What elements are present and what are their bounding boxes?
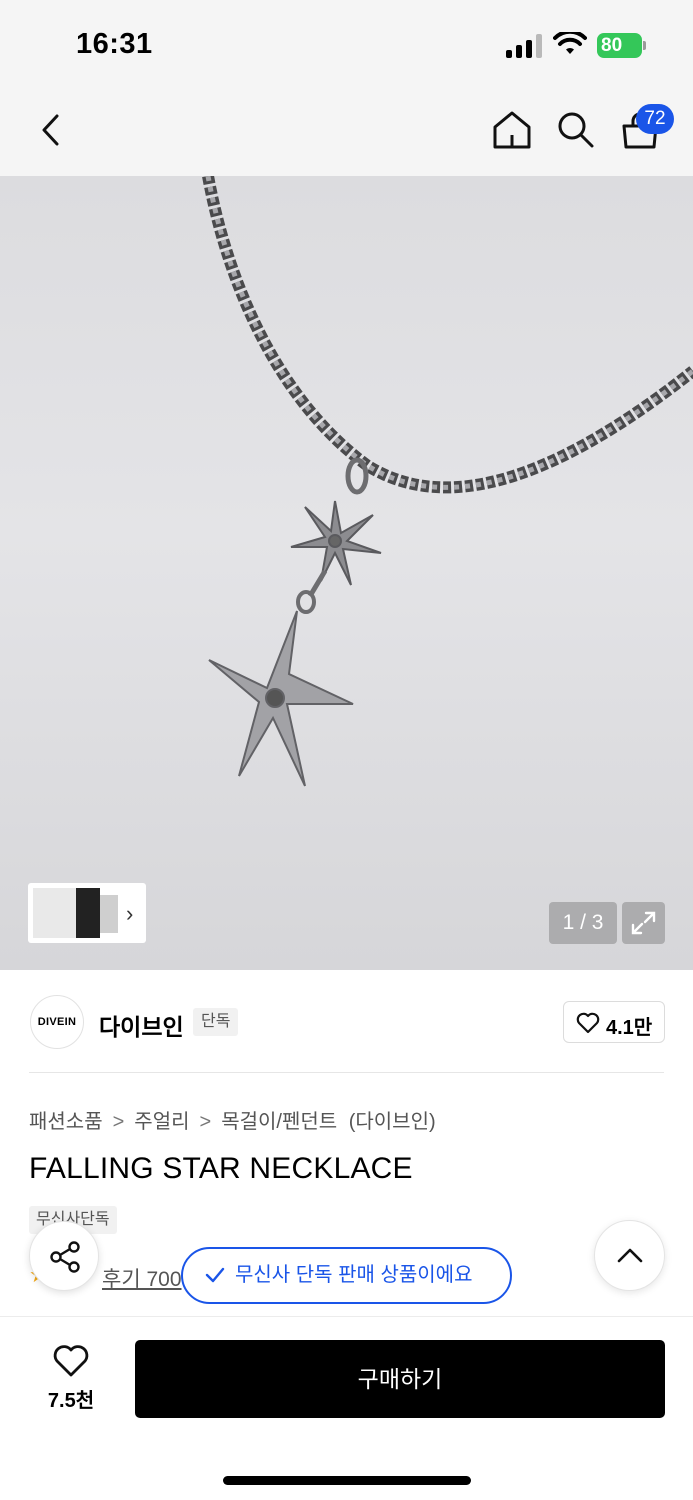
- thumbnail-strip[interactable]: ›: [28, 883, 146, 943]
- breadcrumb: 패션소품 > 주얼리 > 목걸이/펜던트 (다이브인): [29, 1105, 436, 1134]
- product-title: FALLING STAR NECKLACE: [29, 1152, 413, 1185]
- buy-button[interactable]: 구매하기: [135, 1340, 665, 1418]
- share-icon: [50, 1241, 80, 1273]
- battery-level: 80: [597, 33, 642, 58]
- exclusive-toast: 무신사 단독 판매 상품이에요: [181, 1247, 512, 1304]
- brand-name[interactable]: 다이브인: [99, 1008, 184, 1042]
- scroll-top-button[interactable]: [594, 1220, 665, 1291]
- share-button[interactable]: [29, 1221, 99, 1291]
- wifi-icon: [553, 32, 587, 54]
- image-page-counter: 1 / 3: [549, 902, 617, 944]
- thumbnail-image[interactable]: [33, 888, 77, 938]
- chevron-right-icon[interactable]: ›: [126, 901, 133, 927]
- brand-exclusive-tag: 단독: [193, 1008, 239, 1036]
- expand-button[interactable]: [622, 902, 665, 944]
- thumbnail-image[interactable]: [76, 888, 100, 938]
- breadcrumb-separator: >: [112, 1111, 125, 1133]
- necklace-image: [202, 176, 693, 787]
- brand-like-count: 4.1만: [606, 1017, 653, 1039]
- home-icon[interactable]: [491, 109, 533, 151]
- product-image-gallery[interactable]: › 1 / 3: [0, 176, 693, 970]
- home-indicator[interactable]: [223, 1476, 471, 1485]
- heart-icon: [576, 1012, 600, 1034]
- status-time: 16:31: [76, 28, 153, 60]
- expand-icon: [631, 911, 656, 935]
- breadcrumb-brand[interactable]: (다이브인): [349, 1105, 436, 1134]
- heart-icon[interactable]: [52, 1344, 90, 1378]
- divider: [29, 1072, 664, 1073]
- breadcrumb-item[interactable]: 목걸이/펜던트: [221, 1105, 337, 1134]
- brand-like-button[interactable]: 4.1만: [563, 1001, 665, 1043]
- chevron-up-icon: [617, 1248, 643, 1263]
- battery-icon: 80: [597, 33, 647, 58]
- product-page: 16:31 80 72 › 1 / 3 DIVEIN 다이브인 단독 4.1만 …: [0, 0, 693, 1500]
- toast-message: 무신사 단독 판매 상품이에요: [235, 1264, 473, 1286]
- wishlist-count: 7.5천: [47, 1390, 95, 1412]
- thumbnail-image[interactable]: [100, 895, 118, 933]
- cart-count-badge: 72: [636, 104, 674, 134]
- breadcrumb-item[interactable]: 주얼리: [134, 1105, 189, 1134]
- signal-icon: [506, 34, 542, 58]
- brand-logo[interactable]: DIVEIN: [30, 995, 84, 1049]
- review-link[interactable]: 후기 700: [102, 1263, 182, 1293]
- breadcrumb-separator: >: [199, 1111, 212, 1133]
- back-icon[interactable]: [36, 112, 66, 148]
- breadcrumb-item[interactable]: 패션소품: [29, 1105, 103, 1134]
- search-icon[interactable]: [556, 110, 596, 150]
- check-icon: [205, 1267, 225, 1283]
- status-bar: 16:31 80: [0, 0, 693, 88]
